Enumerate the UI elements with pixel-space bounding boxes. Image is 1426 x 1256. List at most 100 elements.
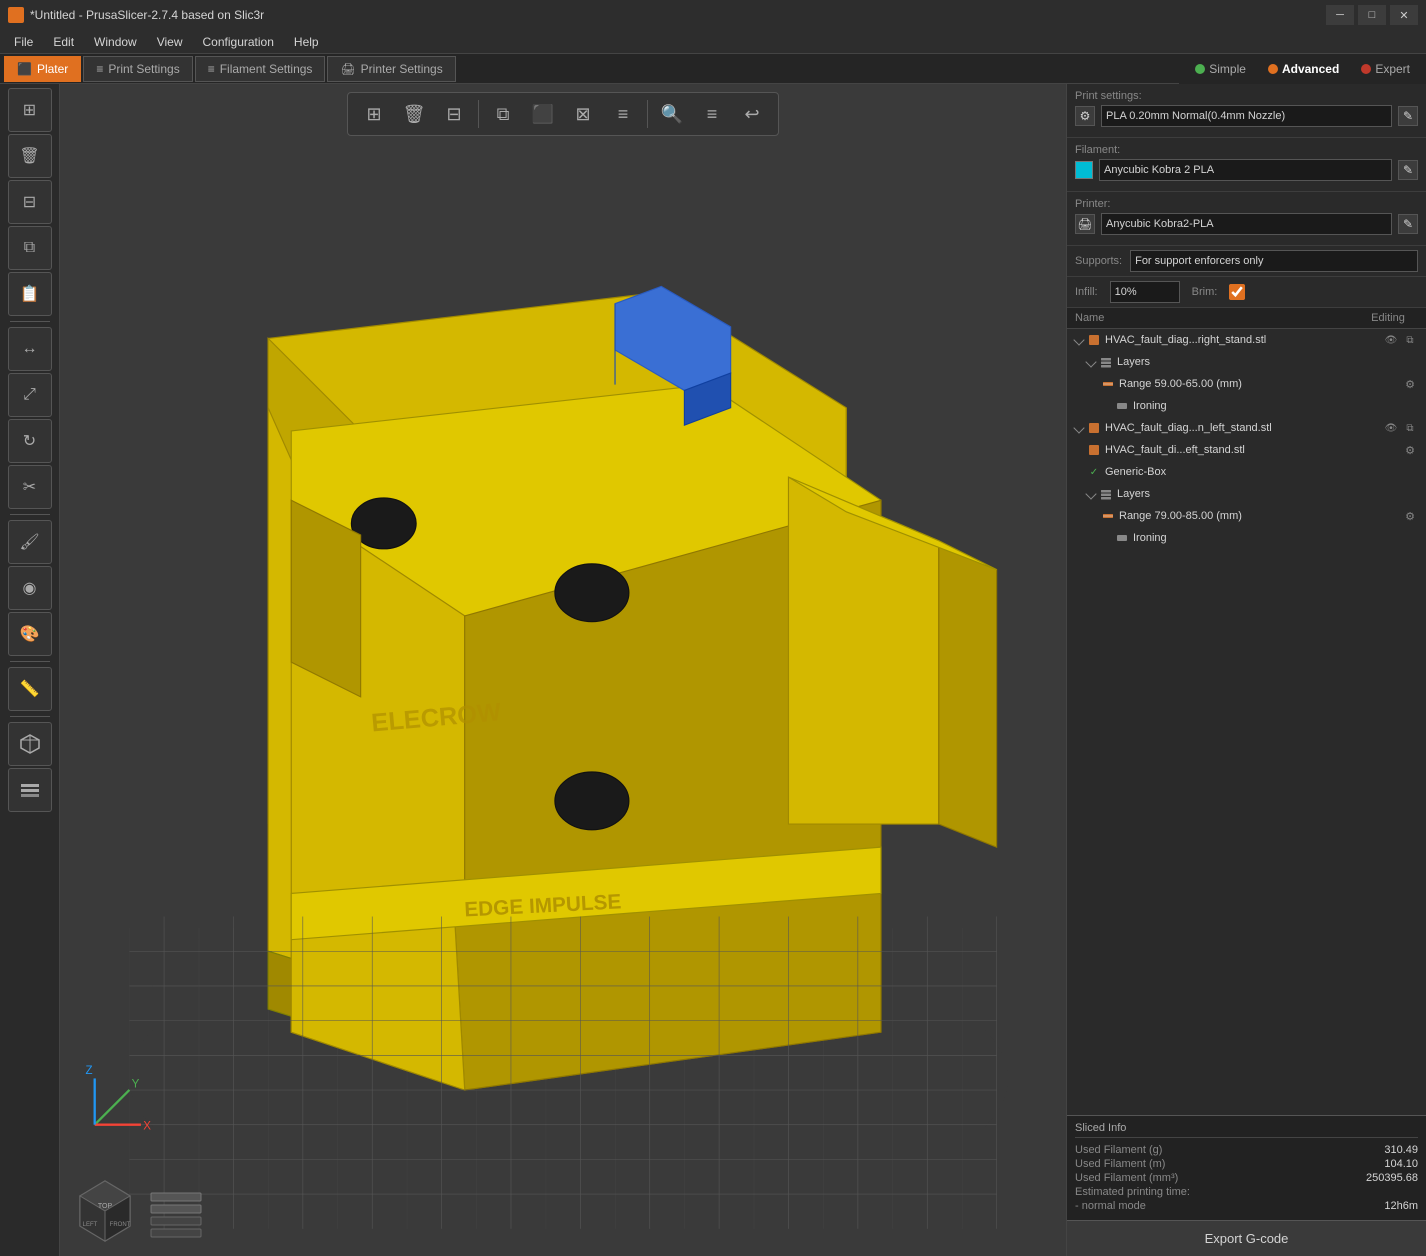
seam-paint-button[interactable]: ◉: [8, 566, 52, 610]
support-paint-button[interactable]: 🖌: [8, 520, 52, 564]
range-gear-1[interactable]: ⚙: [1402, 376, 1418, 392]
menu-view[interactable]: View: [147, 33, 193, 51]
vp-more-button[interactable]: ≡: [694, 97, 730, 131]
mode-advanced-button[interactable]: Advanced: [1260, 60, 1347, 78]
scale-tool-button[interactable]: ⤢: [8, 373, 52, 417]
rotate-tool-button[interactable]: ↻: [8, 419, 52, 463]
tree-item-layers-2[interactable]: Layers: [1067, 483, 1426, 505]
menu-edit[interactable]: Edit: [43, 33, 84, 51]
filament-m-row: Used Filament (m) 104.10: [1075, 1158, 1418, 1170]
vp-undo-button[interactable]: ↩: [734, 97, 770, 131]
menu-file[interactable]: File: [4, 33, 43, 51]
vp-instances-button[interactable]: ⬛: [525, 97, 561, 131]
infill-label: Infill:: [1075, 286, 1098, 298]
tab-plater[interactable]: ⬛ Plater: [4, 56, 81, 82]
add-object-button[interactable]: ⊞: [8, 88, 52, 132]
tree-item-hvac-left[interactable]: HVAC_fault_diag...n_left_stand.stl: [1067, 417, 1426, 439]
visibility-toggle-1[interactable]: [1383, 332, 1399, 348]
cut-tool-button[interactable]: ✂: [8, 465, 52, 509]
layers-icon-2: [1099, 487, 1113, 501]
tree-item-subobj1[interactable]: HVAC_fault_di...eft_stand.stl ⚙: [1067, 439, 1426, 461]
nav-cube-icon: TOP LEFT FRONT: [70, 1176, 140, 1246]
3d-view-button[interactable]: [8, 722, 52, 766]
supports-select[interactable]: For support enforcers only: [1130, 250, 1418, 272]
filament-color-swatch[interactable]: [1075, 161, 1093, 179]
arrange-button[interactable]: ⊟: [8, 180, 52, 224]
close-button[interactable]: ✕: [1390, 5, 1418, 25]
toolbar-separator-2: [10, 514, 50, 515]
toolbar-separator-1: [10, 321, 50, 322]
vp-delete-button[interactable]: 🗑: [396, 97, 432, 131]
copy-btn-2[interactable]: [1402, 420, 1418, 436]
tab-plater-label: Plater: [37, 62, 68, 76]
expand-icon-2: [1073, 422, 1084, 433]
mode-expert-button[interactable]: Expert: [1353, 60, 1418, 78]
infill-select[interactable]: 10%: [1110, 281, 1180, 303]
print-settings-config-icon[interactable]: ⚙: [1075, 106, 1095, 126]
vp-copy-button[interactable]: ⧉: [485, 97, 521, 131]
minimize-button[interactable]: ─: [1326, 5, 1354, 25]
tree-item-range-1[interactable]: Range 59.00-65.00 (mm) ⚙: [1067, 373, 1426, 395]
menu-help[interactable]: Help: [284, 33, 329, 51]
print-time-value: 12h6m: [1384, 1200, 1418, 1212]
tree-item-layers-1[interactable]: Layers: [1067, 351, 1426, 373]
range-label-1: Range 59.00-65.00 (mm): [1119, 378, 1402, 390]
tabbar: ⬛ Plater ≡ Print Settings ≡ Filament Set…: [0, 54, 1426, 84]
copy-button[interactable]: ⧉: [8, 226, 52, 270]
tree-item-ironing-2[interactable]: Ironing: [1067, 527, 1426, 549]
vp-split-button[interactable]: ⊠: [565, 97, 601, 131]
fdm-paint-button[interactable]: 🎨: [8, 612, 52, 656]
subobj-icon-1: [1087, 443, 1101, 457]
tab-filament-settings[interactable]: ≡ Filament Settings: [195, 56, 326, 82]
tree-item-ironing-1[interactable]: Ironing: [1067, 395, 1426, 417]
mode-simple-button[interactable]: Simple: [1187, 60, 1254, 78]
range-gear-2[interactable]: ⚙: [1402, 508, 1418, 524]
move-tool-button[interactable]: ↔: [8, 327, 52, 371]
svg-text:X: X: [143, 1120, 151, 1132]
copy-btn-1[interactable]: [1402, 332, 1418, 348]
tree-actions-1: [1383, 332, 1418, 348]
printer-select[interactable]: Anycubic Kobra2-PLA: [1101, 213, 1392, 235]
3d-scene: ELECROW EDGE IMPULSE: [60, 84, 1066, 1256]
vp-add-button[interactable]: ⊞: [356, 97, 392, 131]
print-time-mode-label: - normal mode: [1075, 1200, 1146, 1212]
vp-layers-button[interactable]: ≡: [605, 97, 641, 131]
delete-object-button[interactable]: 🗑: [8, 134, 52, 178]
maximize-button[interactable]: □: [1358, 5, 1386, 25]
filament-select[interactable]: Anycubic Kobra 2 PLA: [1099, 159, 1392, 181]
app-title: *Untitled - PrusaSlicer-2.7.4 based on S…: [30, 8, 264, 22]
layers-view-button[interactable]: [8, 768, 52, 812]
subobj-gear-1[interactable]: ⚙: [1402, 442, 1418, 458]
viewport[interactable]: ⊞ 🗑 ⊟ ⧉ ⬛ ⊠ ≡ 🔍 ≡ ↩: [60, 84, 1066, 1256]
tree-item-hvac-right[interactable]: HVAC_fault_diag...right_stand.stl: [1067, 329, 1426, 351]
main-area: ⊞ 🗑 ⊟ ⧉ 📋 ↔ ⤢ ↻ ✂ 🖌 ◉ 🎨 📏: [0, 84, 1426, 1256]
advanced-dot: [1268, 64, 1278, 74]
tab-printer-settings[interactable]: 🖨 Printer Settings: [327, 56, 455, 82]
svg-text:Z: Z: [85, 1065, 92, 1077]
ironing-label-1: Ironing: [1133, 400, 1418, 412]
vp-search-button[interactable]: 🔍: [654, 97, 690, 131]
tree-item-range-2[interactable]: Range 79.00-85.00 (mm) ⚙: [1067, 505, 1426, 527]
print-time-row: Estimated printing time:: [1075, 1186, 1418, 1198]
nav-cube-3d[interactable]: TOP LEFT FRONT: [70, 1176, 140, 1246]
menu-configuration[interactable]: Configuration: [193, 33, 284, 51]
tab-print-settings[interactable]: ≡ Print Settings: [83, 56, 192, 82]
svg-text:LEFT: LEFT: [83, 1222, 98, 1228]
expand-icon-layers-1: [1085, 356, 1096, 367]
print-settings-edit-icon[interactable]: ✎: [1398, 106, 1418, 126]
menu-window[interactable]: Window: [84, 33, 147, 51]
filament-edit-icon[interactable]: ✎: [1398, 160, 1418, 180]
printer-edit-icon[interactable]: ✎: [1398, 214, 1418, 234]
measure-tool-button[interactable]: 📏: [8, 667, 52, 711]
subobj-label-1: HVAC_fault_di...eft_stand.stl: [1105, 444, 1402, 456]
paste-button[interactable]: 📋: [8, 272, 52, 316]
export-gcode-button[interactable]: Export G-code: [1067, 1220, 1426, 1256]
brim-checkbox[interactable]: [1229, 284, 1245, 300]
print-settings-select[interactable]: PLA 0.20mm Normal(0.4mm Nozzle): [1101, 105, 1392, 127]
vp-arrange-button[interactable]: ⊟: [436, 97, 472, 131]
layers-panel-icon[interactable]: [146, 1181, 206, 1241]
tree-item-generic-box[interactable]: ✓ Generic-Box: [1067, 461, 1426, 483]
visibility-toggle-2[interactable]: [1383, 420, 1399, 436]
print-time-mode-row: - normal mode 12h6m: [1075, 1200, 1418, 1212]
range-label-2: Range 79.00-85.00 (mm): [1119, 510, 1402, 522]
